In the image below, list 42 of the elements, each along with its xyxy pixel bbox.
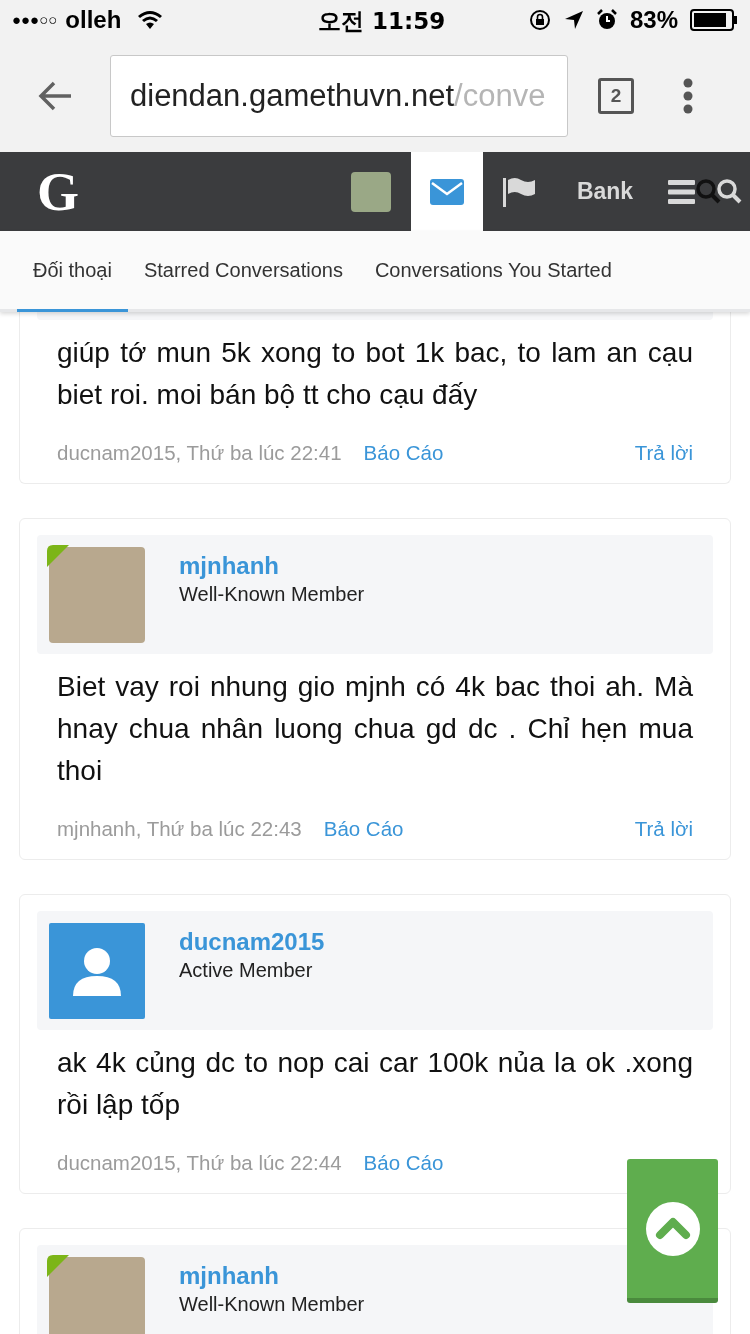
back-arrow-icon [37,80,73,112]
bank-link[interactable]: Bank [576,174,634,209]
wifi-icon [137,10,164,30]
message-meta: ducnam2015, Thứ ba lúc 22:41 [57,439,342,466]
report-link[interactable]: Báo Cáo [323,813,404,845]
conversation-tab[interactable]: Starred Conversations [127,231,359,312]
message-text: ak 4k củng dc to nop cai car 100k nủa la ok .xong rồi lập tốp [56,1046,694,1122]
reply-link[interactable]: Trả lời [634,813,693,845]
username-link[interactable]: ducnam2015 [179,927,325,957]
signal-strength: ●●●○○ [12,9,58,30]
status-time: 오전 11:59 [318,7,446,36]
menu-icon[interactable] [668,179,695,204]
rotation-lock-icon [527,8,552,32]
more-options-icon[interactable] [683,78,693,114]
user-title: Well-Known Member [179,582,365,607]
user-title: Active Member [179,958,314,983]
username-link[interactable]: mjnhanh [179,1261,365,1291]
scroll-to-top-button[interactable] [627,1159,718,1303]
reply-link[interactable]: Trả lời [634,437,693,469]
location-arrow-icon [563,10,584,30]
avatar-photo-placeholder[interactable] [351,171,391,212]
flag-icon[interactable] [503,176,535,207]
mail-icon[interactable] [430,178,464,205]
battery-icon [690,9,738,31]
message-text: giúp tớ mun 5k xong to bot 1k bac, to lam an cạu biet roi. moi bán bộ tt cho cạu đấy [56,336,694,412]
search-icon[interactable] [695,177,743,206]
message-text: Biet vay roi nhung gio mjnh có 4k bac thoi ah. Mà hnay chua nhân luong chua gd dc . Chỉ hẹn mua thoi [56,670,694,788]
username-link[interactable]: mjnhanh [179,551,365,581]
battery-percentage: 83% [629,5,678,35]
conversation-tab[interactable]: Conversations You Started [358,231,628,312]
user-title: Well-Known Member [179,1292,365,1317]
carrier-name: olleh [65,5,122,35]
tab-count-button[interactable]: 2 [598,78,634,114]
report-link[interactable]: Báo Cáo [363,1147,444,1179]
address-bar[interactable]: diendan.gamethuvn.net/conve [110,55,568,137]
default-avatar-icon[interactable] [49,923,145,1019]
alarm-clock-icon [595,9,618,31]
message-meta: ducnam2015, Thứ ba lúc 22:44 [57,1149,342,1176]
message-meta: mjnhanh, Thứ ba lúc 22:43 [57,815,302,842]
chevron-up-icon [644,1200,701,1257]
site-logo[interactable]: G [37,164,79,219]
report-link[interactable]: Báo Cáo [363,437,444,469]
